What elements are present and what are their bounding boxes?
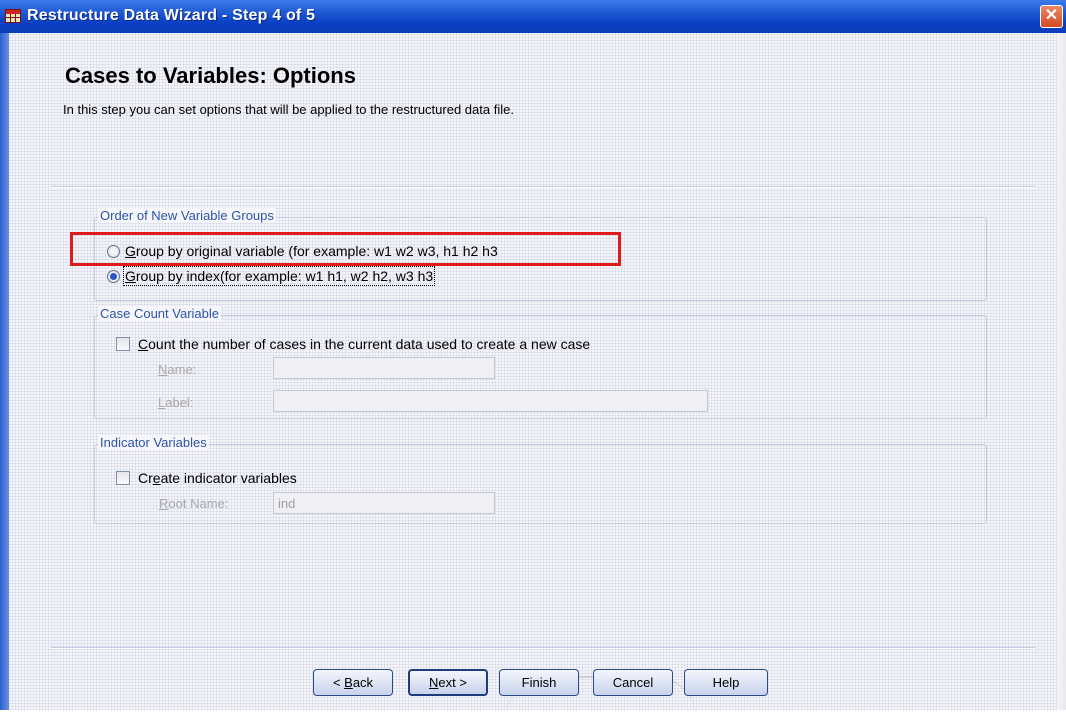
- group-by-index-label[interactable]: Group by index(for example: w1 h1, w2 h2…: [122, 266, 436, 286]
- help-button[interactable]: Help: [684, 669, 768, 696]
- order-group-legend: Order of New Variable Groups: [98, 208, 276, 223]
- page-description: In this step you can set options that wi…: [63, 102, 514, 117]
- label-label: Label:: [158, 395, 194, 410]
- header-divider: [51, 186, 1035, 188]
- count-cases-label[interactable]: Count the number of cases in the current…: [138, 336, 590, 352]
- root-name-input[interactable]: ind: [273, 492, 495, 514]
- name-label: Name:: [158, 362, 197, 377]
- count-cases-checkbox[interactable]: [116, 337, 130, 351]
- title-bar: Restructure Data Wizard - Step 4 of 5 ✕: [0, 0, 1066, 33]
- label-input[interactable]: [273, 390, 708, 412]
- window-border-left: [0, 33, 9, 710]
- window-title: Restructure Data Wizard - Step 4 of 5: [27, 7, 316, 24]
- finish-button[interactable]: Finish: [499, 669, 579, 696]
- close-button[interactable]: ✕: [1040, 5, 1063, 28]
- close-icon: ✕: [1044, 7, 1059, 24]
- indicator-legend: Indicator Variables: [98, 435, 209, 450]
- footer-divider: [51, 647, 1035, 649]
- spreadsheet-icon: [5, 9, 21, 23]
- case-count-legend: Case Count Variable: [98, 306, 221, 321]
- page-title: Cases to Variables: Options: [65, 63, 356, 88]
- create-indicator-label[interactable]: Create indicator variables: [138, 470, 297, 486]
- create-indicator-checkbox[interactable]: [116, 471, 130, 485]
- cancel-button[interactable]: Cancel: [593, 669, 673, 696]
- window-border-right: [1057, 33, 1066, 710]
- back-button[interactable]: < Back: [313, 669, 393, 696]
- name-input[interactable]: [273, 357, 495, 379]
- root-name-label: Root Name:: [159, 496, 229, 511]
- next-button[interactable]: Next >: [408, 669, 488, 696]
- wizard-body: Cases to Variables: Options In this step…: [9, 33, 1057, 710]
- group-by-index-radio[interactable]: [107, 270, 120, 283]
- red-highlight-box: [70, 232, 621, 266]
